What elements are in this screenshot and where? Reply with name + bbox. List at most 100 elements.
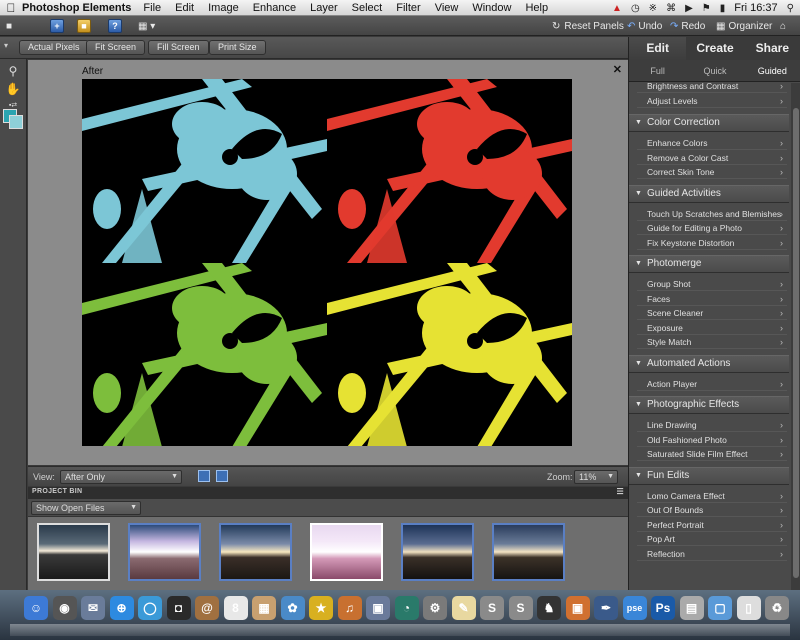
bluetooth-icon[interactable]: ※: [649, 3, 657, 14]
options-menu-icon[interactable]: ▾: [4, 41, 8, 50]
workspace-icon[interactable]: ■: [6, 18, 12, 34]
activity-item-saturated-slide-film-effect[interactable]: Saturated Slide Film Effect ›: [637, 447, 787, 461]
arrange-documents-icon[interactable]: ▦ ▾: [138, 18, 155, 34]
chess-icon[interactable]: ♞: [537, 596, 561, 620]
app-s-icon[interactable]: S: [480, 596, 504, 620]
activity-item-enhance-colors[interactable]: Enhance Colors ›: [637, 136, 787, 150]
collapse-triangle-icon[interactable]: ▼: [635, 468, 642, 484]
menu-filter[interactable]: Filter: [396, 2, 420, 14]
flag-icon[interactable]: ⚑: [702, 3, 711, 14]
bin-thumbnail[interactable]: [401, 523, 474, 581]
menu-layer[interactable]: Layer: [310, 2, 338, 14]
show-files-select[interactable]: Show Open Files ▼: [31, 501, 141, 515]
zoom-select[interactable]: 11% ▼: [574, 470, 618, 484]
activity-item-exposure[interactable]: Exposure ›: [637, 321, 787, 335]
view-vertical-icon[interactable]: [216, 470, 228, 482]
scrollbar-thumb[interactable]: [793, 108, 799, 578]
activity-item-correct-skin-tone[interactable]: Correct Skin Tone ›: [637, 165, 787, 179]
adobe-status-icon[interactable]: ▲: [612, 3, 622, 14]
pse-icon[interactable]: pse: [622, 596, 647, 620]
open-file-icon[interactable]: ■: [77, 18, 91, 34]
activity-item-faces[interactable]: Faces ›: [637, 292, 787, 306]
fill-screen-button[interactable]: Fill Screen: [148, 40, 209, 55]
collapse-triangle-icon[interactable]: ▼: [635, 356, 642, 372]
view-select[interactable]: After Only ▼: [60, 470, 182, 484]
activity-item-reflection[interactable]: Reflection ›: [637, 547, 787, 561]
activity-item-touch-up-scratches-and-blemishes[interactable]: Touch Up Scratches and Blemishes ›: [637, 207, 787, 221]
collapse-triangle-icon[interactable]: ▼: [635, 186, 642, 202]
home-icon[interactable]: ⌂: [780, 18, 786, 34]
section-fun-edits[interactable]: ▼ Fun Edits: [629, 466, 789, 485]
bin-thumbnail[interactable]: [37, 523, 110, 581]
tab-share[interactable]: Share: [744, 37, 800, 60]
menubar-clock[interactable]: Fri 16:37: [734, 2, 777, 14]
trash-icon[interactable]: ♻: [765, 596, 789, 620]
close-document-icon[interactable]: ✕: [613, 63, 622, 76]
archive-icon[interactable]: ▤: [679, 596, 704, 620]
apple-menu-icon[interactable]: : [0, 1, 22, 15]
activity-item-out-of-bounds[interactable]: Out Of Bounds ›: [637, 503, 787, 517]
iphoto-icon[interactable]: ✿: [280, 596, 305, 620]
activity-item-action-player[interactable]: Action Player ›: [637, 377, 787, 391]
tab-guided[interactable]: Guided: [744, 60, 800, 81]
volume-icon[interactable]: ▶: [685, 3, 693, 14]
section-color-correction[interactable]: ▼ Color Correction: [629, 114, 789, 132]
collapse-triangle-icon[interactable]: ▼: [635, 115, 642, 131]
activity-item-guide-for-editing-a-photo[interactable]: Guide for Editing a Photo ›: [637, 221, 787, 235]
redo-button[interactable]: ↷ Redo: [670, 18, 705, 34]
background-color-swatch[interactable]: [9, 115, 23, 129]
time-machine-icon[interactable]: ◷: [631, 3, 640, 14]
document-icon[interactable]: ▯: [736, 596, 761, 620]
spaces-icon[interactable]: ▣: [366, 596, 390, 620]
new-file-icon[interactable]: +: [50, 18, 64, 34]
menu-window[interactable]: Window: [472, 2, 511, 14]
organizer-button[interactable]: ▦ Organizer: [716, 18, 772, 34]
section-photomerge[interactable]: ▼ Photomerge: [629, 255, 789, 273]
activity-item-scene-cleaner[interactable]: Scene Cleaner ›: [637, 306, 787, 320]
activity-item-pop-art[interactable]: Pop Art ›: [637, 532, 787, 546]
print-size-button[interactable]: Print Size: [209, 40, 266, 55]
activity-item-line-drawing[interactable]: Line Drawing ›: [637, 418, 787, 432]
activity-item-remove-a-color-cast[interactable]: Remove a Color Cast ›: [637, 151, 787, 165]
panel-menu-icon[interactable]: ☰: [617, 487, 624, 496]
help-icon[interactable]: ?: [108, 18, 122, 34]
activity-item-style-match[interactable]: Style Match ›: [637, 335, 787, 349]
tab-create[interactable]: Create: [686, 37, 743, 60]
activity-item-brightness-and-contrast[interactable]: Brightness and Contrast ›: [637, 83, 787, 93]
menu-edit[interactable]: Edit: [175, 2, 194, 14]
preview-icon[interactable]: ▦: [252, 596, 276, 620]
tab-full[interactable]: Full: [629, 60, 686, 81]
activity-item-adjust-levels[interactable]: Adjust Levels ›: [637, 94, 787, 108]
menu-enhance[interactable]: Enhance: [253, 2, 296, 14]
tab-quick[interactable]: Quick: [686, 60, 743, 81]
collapse-triangle-icon[interactable]: ▼: [635, 397, 642, 413]
time-machine-icon[interactable]: ◔: [394, 596, 419, 620]
undo-button[interactable]: ↶ Undo: [627, 18, 662, 34]
section-guided-activities[interactable]: ▼ Guided Activities: [629, 184, 789, 203]
actual-pixels-button[interactable]: Actual Pixels: [19, 40, 89, 55]
collapse-triangle-icon[interactable]: ▼: [635, 256, 642, 272]
star-icon[interactable]: ★: [309, 596, 333, 620]
tab-edit[interactable]: Edit: [629, 37, 687, 60]
folder-icon[interactable]: ▢: [708, 596, 732, 620]
camera-icon[interactable]: ◘: [166, 596, 191, 620]
spotlight-search-icon[interactable]: ⚲: [787, 3, 794, 14]
activity-item-perfect-portrait[interactable]: Perfect Portrait ›: [637, 518, 787, 532]
reset-panels-button[interactable]: ↻ Reset Panels: [552, 18, 624, 34]
menu-view[interactable]: View: [435, 2, 459, 14]
menu-file[interactable]: File: [143, 2, 161, 14]
mail-stamp-icon[interactable]: ✉: [81, 596, 105, 620]
ical-icon[interactable]: 8: [223, 596, 248, 620]
app-s2-icon[interactable]: S: [508, 596, 533, 620]
presentation-icon[interactable]: ▣: [565, 596, 590, 620]
bin-thumbnail-selected[interactable]: [310, 523, 383, 581]
address-book-icon[interactable]: @: [195, 596, 219, 620]
activity-item-old-fashioned-photo[interactable]: Old Fashioned Photo ›: [637, 433, 787, 447]
zoom-tool-icon[interactable]: ⚲: [4, 62, 22, 80]
photoshop-icon[interactable]: Ps: [651, 596, 675, 620]
bin-thumbnail[interactable]: [128, 523, 201, 581]
activity-item-group-shot[interactable]: Group Shot ›: [637, 277, 787, 291]
utility-icon[interactable]: ⚙: [423, 596, 447, 620]
activity-item-fix-keystone-distortion[interactable]: Fix Keystone Distortion ›: [637, 236, 787, 250]
menu-select[interactable]: Select: [352, 2, 383, 14]
